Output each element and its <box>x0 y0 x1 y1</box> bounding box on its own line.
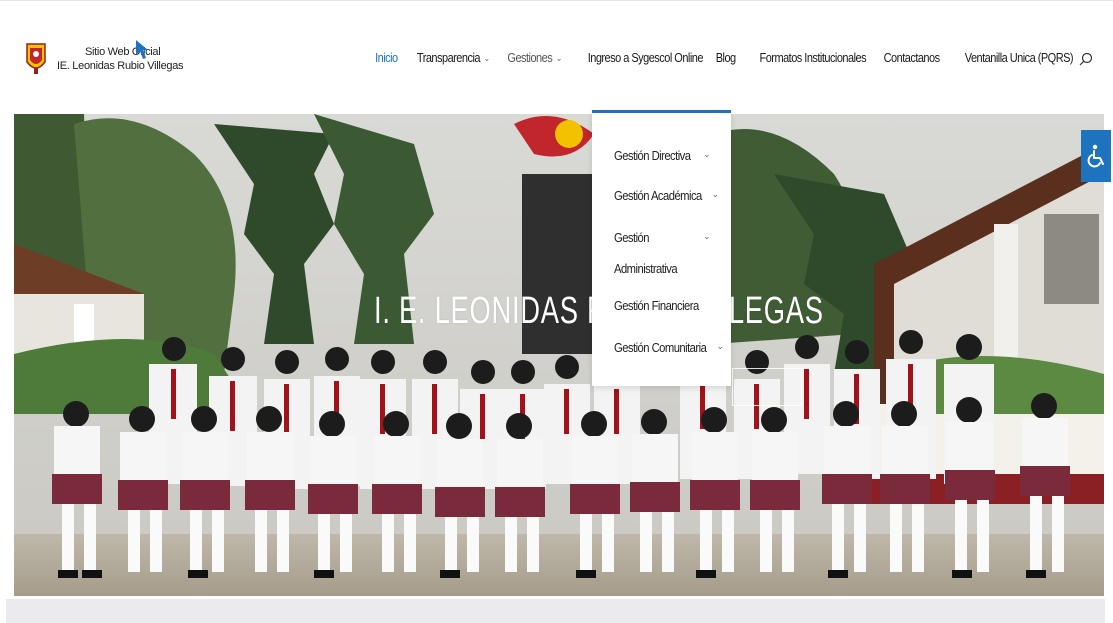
nav-pqrs[interactable]: Ventanilla Unica (PQRS) <box>964 51 1074 65</box>
content-section-strip <box>6 599 1105 623</box>
dropdown-item-label: Gestión Académica <box>614 189 702 203</box>
nav-inicio-label: Inicio <box>374 51 398 65</box>
page: Sitio Web Oficial IE. Leonidas Rubio Vil… <box>0 0 1113 623</box>
gestiones-dropdown-menu: Gestión Directiva ⌄ Gestión Académica ⌄ … <box>592 110 731 386</box>
dropdown-item-financiera[interactable]: Gestión Financiera <box>614 299 724 313</box>
brand-text: Sitio Web Oficial IE. Leonidas Rubio Vil… <box>57 45 184 73</box>
site-header: Sitio Web Oficial IE. Leonidas Rubio Vil… <box>0 0 1113 110</box>
nav-transparencia-label: Transparencia <box>417 51 481 65</box>
school-crest-icon <box>26 43 46 74</box>
group-photo <box>14 114 1104 596</box>
nav-sygescol[interactable]: Ingreso a Sygescol Online <box>587 51 703 65</box>
brand-logo-link[interactable]: Sitio Web Oficial IE. Leonidas Rubio Vil… <box>25 39 184 79</box>
nav-formatos[interactable]: Formatos Institucionales <box>760 51 867 65</box>
chevron-down-icon: ⌄ <box>483 52 491 63</box>
nav-gestiones[interactable]: Gestiones ⌄ <box>507 51 563 65</box>
dropdown-item-label: Gestión Administrativa <box>614 231 678 276</box>
chevron-down-icon: ⌄ <box>716 341 725 351</box>
chevron-down-icon: ⌄ <box>555 52 563 63</box>
dropdown-item-label: Gestión Directiva <box>614 149 691 163</box>
hero-banner: I. E. LEONIDAS RUBIO VILLEGAS <box>14 114 1104 596</box>
dropdown-item-directiva[interactable]: Gestión Directiva ⌄ <box>614 149 724 163</box>
chevron-down-icon: ⌄ <box>703 149 711 159</box>
nav-inicio[interactable]: Inicio <box>375 51 398 65</box>
mouse-pointer-icon <box>136 40 148 59</box>
dropdown-item-academica[interactable]: Gestión Académica ⌄ <box>614 189 724 203</box>
brand-line-2: IE. Leonidas Rubio Villegas <box>57 60 184 72</box>
nav-contactanos-label: Contactanos <box>883 51 940 65</box>
chevron-down-icon: ⌄ <box>703 231 711 241</box>
nav-pqrs-label: Ventanilla Unica (PQRS) <box>964 51 1074 65</box>
accessibility-button[interactable] <box>1081 130 1111 182</box>
nav-contactanos[interactable]: Contactanos <box>884 51 940 65</box>
brand-line-1: Sitio Web Oficial <box>85 46 161 58</box>
chevron-down-icon: ⌄ <box>711 189 720 199</box>
nav-blog-label: Blog <box>715 51 736 65</box>
dropdown-item-label: Gestión Comunitaria <box>614 341 707 355</box>
dropdown-item-comunitaria[interactable]: Gestión Comunitaria ⌄ <box>614 341 724 355</box>
dropdown-item-label: Gestión Financiera <box>614 299 699 313</box>
nav-formatos-label: Formatos Institucionales <box>759 51 867 65</box>
wheelchair-icon <box>1087 144 1104 168</box>
search-icon[interactable] <box>1079 52 1093 66</box>
nav-blog[interactable]: Blog <box>715 51 735 65</box>
nav-sygescol-label: Ingreso a Sygescol Online <box>587 51 703 65</box>
nav-transparencia[interactable]: Transparencia ⌄ <box>417 51 490 65</box>
nav-gestiones-label: Gestiones <box>507 51 553 65</box>
dropdown-item-administrativa[interactable]: Gestión Administrativa ⌄ <box>614 223 724 285</box>
main-navigation: Inicio Transparencia ⌄ Gestiones ⌄ Ingreso… <box>362 51 1074 65</box>
hero-outline-button[interactable] <box>732 368 802 406</box>
